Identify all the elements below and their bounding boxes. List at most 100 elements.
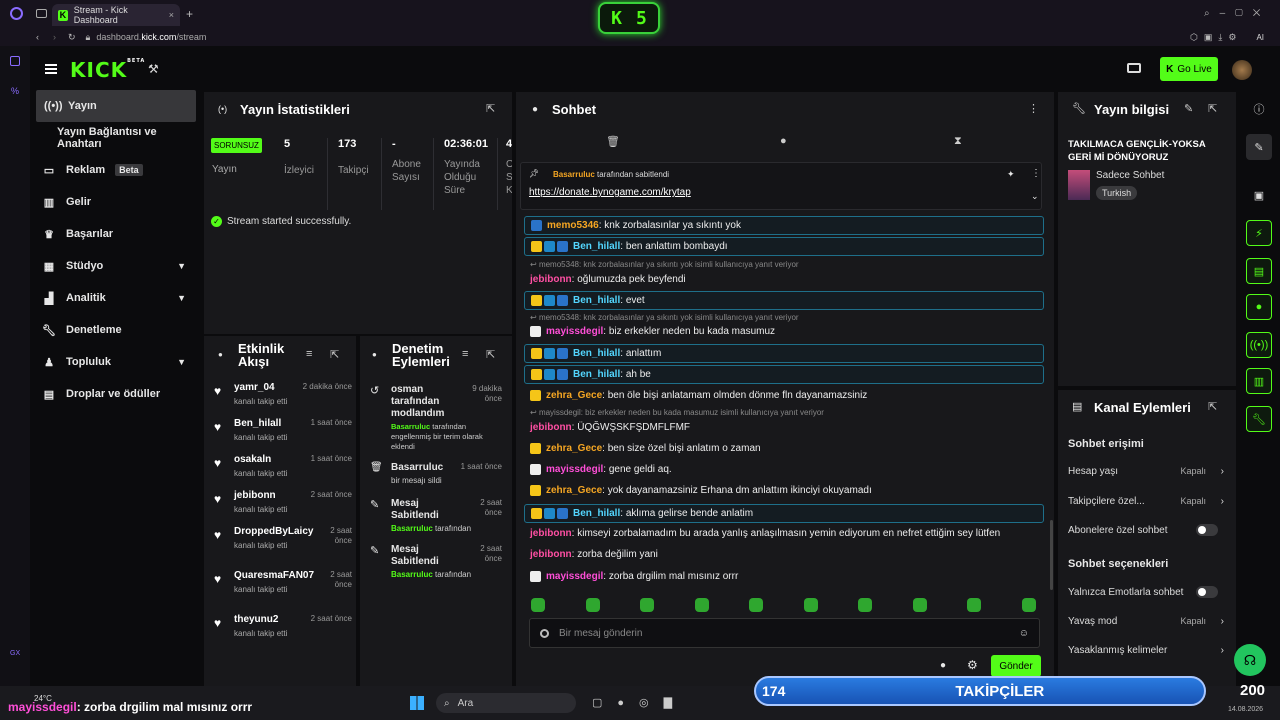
emote-icon[interactable] — [803, 598, 818, 612]
back-icon[interactable]: ‹ — [36, 32, 39, 42]
sidebar-item-topluluk[interactable]: ♟ Topluluk ▼ — [30, 346, 202, 378]
emote-icon[interactable] — [1021, 598, 1036, 612]
sidebar-item-reklam[interactable]: ▭ Reklam Beta — [30, 154, 202, 186]
chat-username[interactable]: jebibonn — [530, 528, 572, 539]
go-live-button[interactable]: K Go Live — [1160, 57, 1218, 81]
chat-username[interactable]: memo5346 — [547, 220, 599, 231]
emote-icon[interactable] — [967, 598, 981, 612]
sidebar-item-stream-key[interactable]: Yayın Bağlantısı ve Anahtarı — [30, 122, 202, 154]
chat-username[interactable]: Ben_hilall — [573, 295, 620, 306]
filter-icon[interactable]: ≡ — [306, 348, 312, 360]
pin-icon[interactable]: ✦ — [1007, 169, 1015, 180]
account-age-setting[interactable]: Hesap yaşı Kapalı › — [1068, 461, 1228, 481]
gx-icon[interactable]: GX — [10, 650, 20, 657]
popout-icon[interactable]: ⇱ — [1208, 102, 1217, 115]
chat-username[interactable]: mayissdegil — [546, 464, 603, 475]
broadcast-icon[interactable]: ((•)) — [1246, 332, 1272, 358]
chat-username[interactable]: zehra_Gece — [546, 443, 602, 454]
trash-icon[interactable]: 🗑︎ — [606, 135, 620, 148]
close-tab-icon[interactable]: × — [169, 10, 174, 20]
chat-username[interactable]: Ben_hilall — [573, 508, 620, 519]
filter-icon[interactable]: ≡ — [462, 348, 468, 360]
sidebar-item-basarilar[interactable]: ♛ Başarılar — [30, 218, 202, 250]
new-tab-button[interactable]: + — [186, 7, 193, 21]
stats-icon[interactable]: ▥ — [1246, 368, 1272, 394]
chat-username[interactable]: Ben_hilall — [573, 369, 620, 380]
forward-icon[interactable]: › — [53, 32, 56, 42]
emoji-icon[interactable]: ☺ — [1019, 628, 1029, 639]
emote-icon[interactable] — [531, 598, 545, 612]
more-options-icon[interactable]: ⋮ — [1028, 102, 1039, 115]
sidebar-item-studyo[interactable]: ▦ Stüdyo ▼ — [30, 250, 202, 282]
camera-icon[interactable] — [1127, 63, 1141, 73]
emote-icon[interactable] — [694, 598, 709, 612]
slow-mode-setting[interactable]: Yavaş mod Kapalı › — [1068, 611, 1228, 631]
sidebar-item-denetleme[interactable]: 🔧︎ Denetleme — [30, 314, 202, 346]
url-field[interactable]: dashboard.kick.com/stream — [96, 32, 206, 42]
emote-only-toggle[interactable] — [1196, 586, 1218, 598]
chat-username[interactable]: zehra_Gece — [546, 485, 602, 496]
emote-icon[interactable] — [749, 598, 763, 612]
chat-bubble-icon[interactable]: ● — [940, 660, 946, 671]
taskbar-apps[interactable]: ▢●◎▇ — [592, 696, 687, 709]
browser-tab[interactable]: K Stream - Kick Dashboard × — [52, 4, 180, 26]
bolt-icon[interactable]: ⚡︎ — [1246, 220, 1272, 246]
sidebar-item-gelir[interactable]: ▥ Gelir — [30, 186, 202, 218]
taskbar-search[interactable]: ⌕ Ara — [436, 693, 576, 713]
edit-icon[interactable]: ✎ — [1246, 134, 1272, 160]
emote-icon[interactable] — [858, 598, 872, 612]
subscribers-only-toggle[interactable] — [1196, 524, 1218, 536]
chat-username[interactable]: jebibonn — [530, 549, 572, 560]
ai-label[interactable]: AI — [1256, 33, 1264, 42]
hamburger-icon[interactable] — [45, 64, 57, 74]
chat-icon[interactable]: ● — [780, 135, 787, 147]
popout-icon[interactable]: ⇱ — [486, 102, 495, 115]
edit-icon[interactable]: ✎ — [1184, 102, 1193, 115]
sidebar-item-droplar[interactable]: ▤ Droplar ve ödüller — [30, 378, 202, 410]
pinned-message[interactable]: 📌︎ Basarruluc tarafından sabitlendi http… — [520, 162, 1042, 210]
chat-username[interactable]: jebibonn — [530, 422, 572, 433]
send-button[interactable]: Gönder — [991, 655, 1041, 677]
kick-logo[interactable]: KICKBETA — [70, 58, 145, 82]
popout-icon[interactable]: ⇱ — [486, 348, 495, 361]
chat-username[interactable]: Ben_hilall — [573, 348, 620, 359]
start-button-icon[interactable] — [410, 696, 424, 710]
chevron-right-icon: › — [1220, 615, 1224, 627]
emote-icon[interactable] — [912, 598, 927, 612]
browser-menu-icon[interactable] — [10, 7, 23, 20]
wrench-icon[interactable]: 🔧︎ — [1246, 406, 1272, 432]
chat-username[interactable]: jebibonn — [530, 274, 572, 285]
banned-words-setting[interactable]: Yasaklanmış kelimeler › — [1068, 640, 1228, 660]
chat-input[interactable]: Bir mesaj gönderin ☺ — [529, 618, 1040, 648]
avatar[interactable] — [1232, 60, 1252, 80]
browser-sidebar-icon[interactable] — [10, 56, 20, 66]
reload-icon[interactable]: ↻ — [68, 32, 76, 43]
hammer-icon[interactable]: ⚒ — [148, 62, 159, 76]
more-options-icon[interactable]: ⋮ — [1031, 168, 1041, 179]
popout-icon[interactable]: ⇱ — [1208, 400, 1217, 413]
help-headset-icon[interactable]: ☊ — [1234, 644, 1266, 676]
info-icon[interactable]: ⓘ — [1246, 96, 1272, 122]
camera-icon[interactable]: ▣ — [1246, 182, 1272, 208]
hourglass-icon[interactable]: ⧗ — [954, 135, 962, 148]
chat-icon[interactable]: ● — [1246, 294, 1272, 320]
chat-username[interactable]: mayissdegil — [546, 326, 603, 337]
sidebar-item-yayin[interactable]: ((•)) Yayın — [36, 90, 196, 122]
chat-scrollbar[interactable] — [1050, 520, 1053, 590]
sidebar-item-analitik[interactable]: ▟ Analitik ▼ — [30, 282, 202, 314]
gear-icon[interactable]: ⚙ — [967, 658, 978, 672]
window-controls[interactable]: ⌕–▢✕ — [1204, 8, 1270, 19]
followers-only-setting[interactable]: Takipçilere özel... Kapalı › — [1068, 491, 1228, 511]
pinned-link[interactable]: https://donate.bynogame.com/krytap — [529, 187, 691, 198]
chat-username[interactable]: zehra_Gece — [546, 390, 602, 401]
extensions-icon[interactable]: ⬡▣⤓⚙ — [1190, 32, 1242, 43]
list-icon[interactable]: ▤ — [1246, 258, 1272, 284]
tab-overview-icon[interactable] — [36, 9, 47, 18]
browser-sidebar-percent-icon[interactable]: % — [11, 86, 19, 96]
chevron-down-icon[interactable]: ⌄ — [1031, 191, 1039, 202]
emote-icon[interactable] — [640, 598, 654, 612]
chat-username[interactable]: mayissdegil — [546, 571, 603, 582]
chat-username[interactable]: Ben_hilall — [573, 241, 620, 252]
emote-icon[interactable] — [585, 598, 600, 612]
popout-icon[interactable]: ⇱ — [330, 348, 339, 361]
